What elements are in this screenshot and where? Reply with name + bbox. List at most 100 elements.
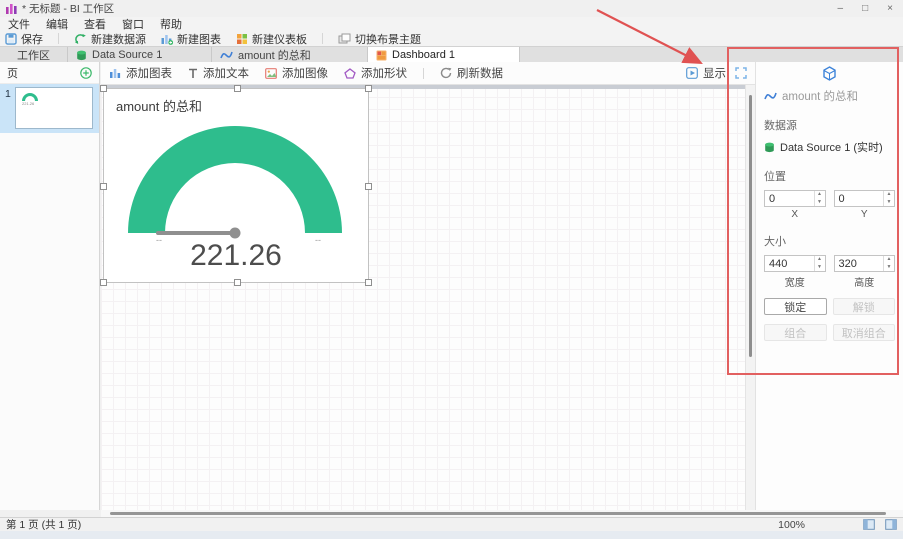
tab-datasource[interactable]: Data Source 1 [68,47,212,63]
size-label: 大小 [764,233,895,249]
resize-handle-ne[interactable] [365,85,372,92]
datasource-value: Data Source 1 (实时) [780,139,883,155]
page-info: 第 1 页 (共 1 页) [6,517,81,532]
x-position-value[interactable]: 0 [765,191,814,206]
save-icon [5,33,17,45]
y-position-stepper[interactable]: 0 ▲▼ [834,190,896,207]
x-position-stepper[interactable]: 0 ▲▼ [764,190,826,207]
resize-handle-nw[interactable] [100,85,107,92]
gauge-chart-widget[interactable]: amount 的总和 -- -- 221.26 [103,88,369,283]
add-shape-button[interactable]: 添加形状 [344,65,407,81]
lock-button[interactable]: 锁定 [764,298,827,315]
inspector-panel: amount 的总和 数据源 Data Source 1 (实时) 位置 0 ▲… [755,62,903,510]
fullscreen-icon[interactable] [735,67,747,79]
tab-datasource-label: Data Source 1 [92,49,162,61]
toolbar-divider [322,33,323,44]
tab-workspace[interactable]: 工作区 [0,47,68,63]
status-bar: 第 1 页 (共 1 页) 100% [0,517,903,531]
page-thumbnail: 221.26 [15,87,93,129]
refresh-data-label: 刷新数据 [457,65,503,81]
add-chart-label: 添加图表 [126,65,172,81]
window-bottom-edge [0,531,903,539]
title-bar: * 无标题 - BI 工作区 – □ × [0,0,903,17]
canvas-toolbar: 添加图表 添加文本 添加图像 添加形状 刷新数据 [101,62,755,85]
gauge-value: 221.26 [104,239,368,273]
save-button[interactable]: 保存 [5,31,43,47]
app-logo-icon [6,3,17,14]
toolbar-divider [58,33,59,44]
close-button[interactable]: × [887,3,893,14]
resize-handle-w[interactable] [100,183,107,190]
switch-theme-button[interactable]: 切换布景主题 [338,31,421,47]
datasource-icon [76,50,87,61]
add-text-button[interactable]: 添加文本 [188,65,249,81]
add-chart-button[interactable]: 添加图表 [109,65,172,81]
thumb-gauge-value: 221.26 [22,101,34,106]
show-play-icon [686,67,698,79]
refresh-data-button[interactable]: 刷新数据 [440,65,503,81]
add-page-icon[interactable] [80,67,92,79]
y-stepper-arrows[interactable]: ▲▼ [883,191,894,206]
chart-line-icon [220,50,233,60]
new-chart-icon [161,33,173,45]
canvas-vertical-scrollbar[interactable] [745,85,755,510]
datasource-label: 数据源 [764,117,895,133]
resize-handle-n[interactable] [234,85,241,92]
pages-header: 页 [0,62,99,84]
new-chart-button[interactable]: 新建图表 [161,31,221,47]
datasource-icon [764,142,775,153]
h-scroll-thumb[interactable] [110,512,886,515]
switch-theme-label: 切换布景主题 [355,31,421,47]
tab-chart-label: amount 的总和 [238,47,311,63]
show-button[interactable]: 显示 [686,65,726,81]
group-button: 组合 [764,324,827,341]
page-thumbnail-selected[interactable]: 1 221.26 [0,84,99,133]
x-stepper-arrows[interactable]: ▲▼ [814,191,825,206]
position-label: 位置 [764,168,895,184]
resize-handle-se[interactable] [365,279,372,286]
datasource-row[interactable]: Data Source 1 (实时) [764,139,895,155]
show-label: 显示 [703,65,726,81]
height-label: 高度 [834,274,896,289]
canvas-horizontal-scrollbar[interactable] [101,510,903,517]
menu-bar: 文件 编辑 查看 窗口 帮助 [0,17,903,31]
width-stepper-arrows[interactable]: ▲▼ [814,256,825,271]
resize-handle-s[interactable] [234,279,241,286]
new-dashboard-button[interactable]: 新建仪表板 [236,31,307,47]
width-stepper[interactable]: 440 ▲▼ [764,255,826,272]
resize-handle-e[interactable] [365,183,372,190]
tab-dashboard[interactable]: Dashboard 1 [368,47,520,63]
resize-handle-sw[interactable] [100,279,107,286]
y-position-value[interactable]: 0 [835,191,884,206]
v-scroll-thumb[interactable] [749,95,752,357]
height-stepper[interactable]: 320 ▲▼ [834,255,896,272]
toggle-left-panel-icon[interactable] [863,519,875,530]
page-number: 1 [5,88,11,100]
new-datasource-label: 新建数据源 [91,31,146,47]
tab-dashboard-label: Dashboard 1 [392,49,455,61]
add-chart-icon [109,68,121,79]
pages-panel: 页 1 221.26 [0,62,100,510]
add-shape-icon [344,68,356,79]
switch-theme-icon [338,33,351,44]
height-value[interactable]: 320 [835,256,884,271]
add-image-label: 添加图像 [282,65,328,81]
height-stepper-arrows[interactable]: ▲▼ [883,256,894,271]
add-text-icon [188,68,198,79]
tab-workspace-label: 工作区 [17,47,50,63]
new-datasource-button[interactable]: 新建数据源 [74,31,146,47]
x-axis-label: X [764,209,826,220]
width-value[interactable]: 440 [765,256,814,271]
add-image-icon [265,68,277,79]
add-image-button[interactable]: 添加图像 [265,65,328,81]
tab-chart[interactable]: amount 的总和 [212,47,368,63]
toggle-right-panel-icon[interactable] [885,519,897,530]
ungroup-button: 取消组合 [833,324,896,341]
pages-title: 页 [7,65,18,81]
maximize-button[interactable]: □ [862,3,868,14]
menu-edit[interactable]: 编辑 [44,16,70,32]
zoom-level[interactable]: 100% [778,519,805,531]
minimize-button[interactable]: – [838,3,844,14]
document-tab-bar: 工作区 Data Source 1 amount 的总和 Dashboard 1 [0,46,903,62]
unlock-button: 解锁 [833,298,896,315]
